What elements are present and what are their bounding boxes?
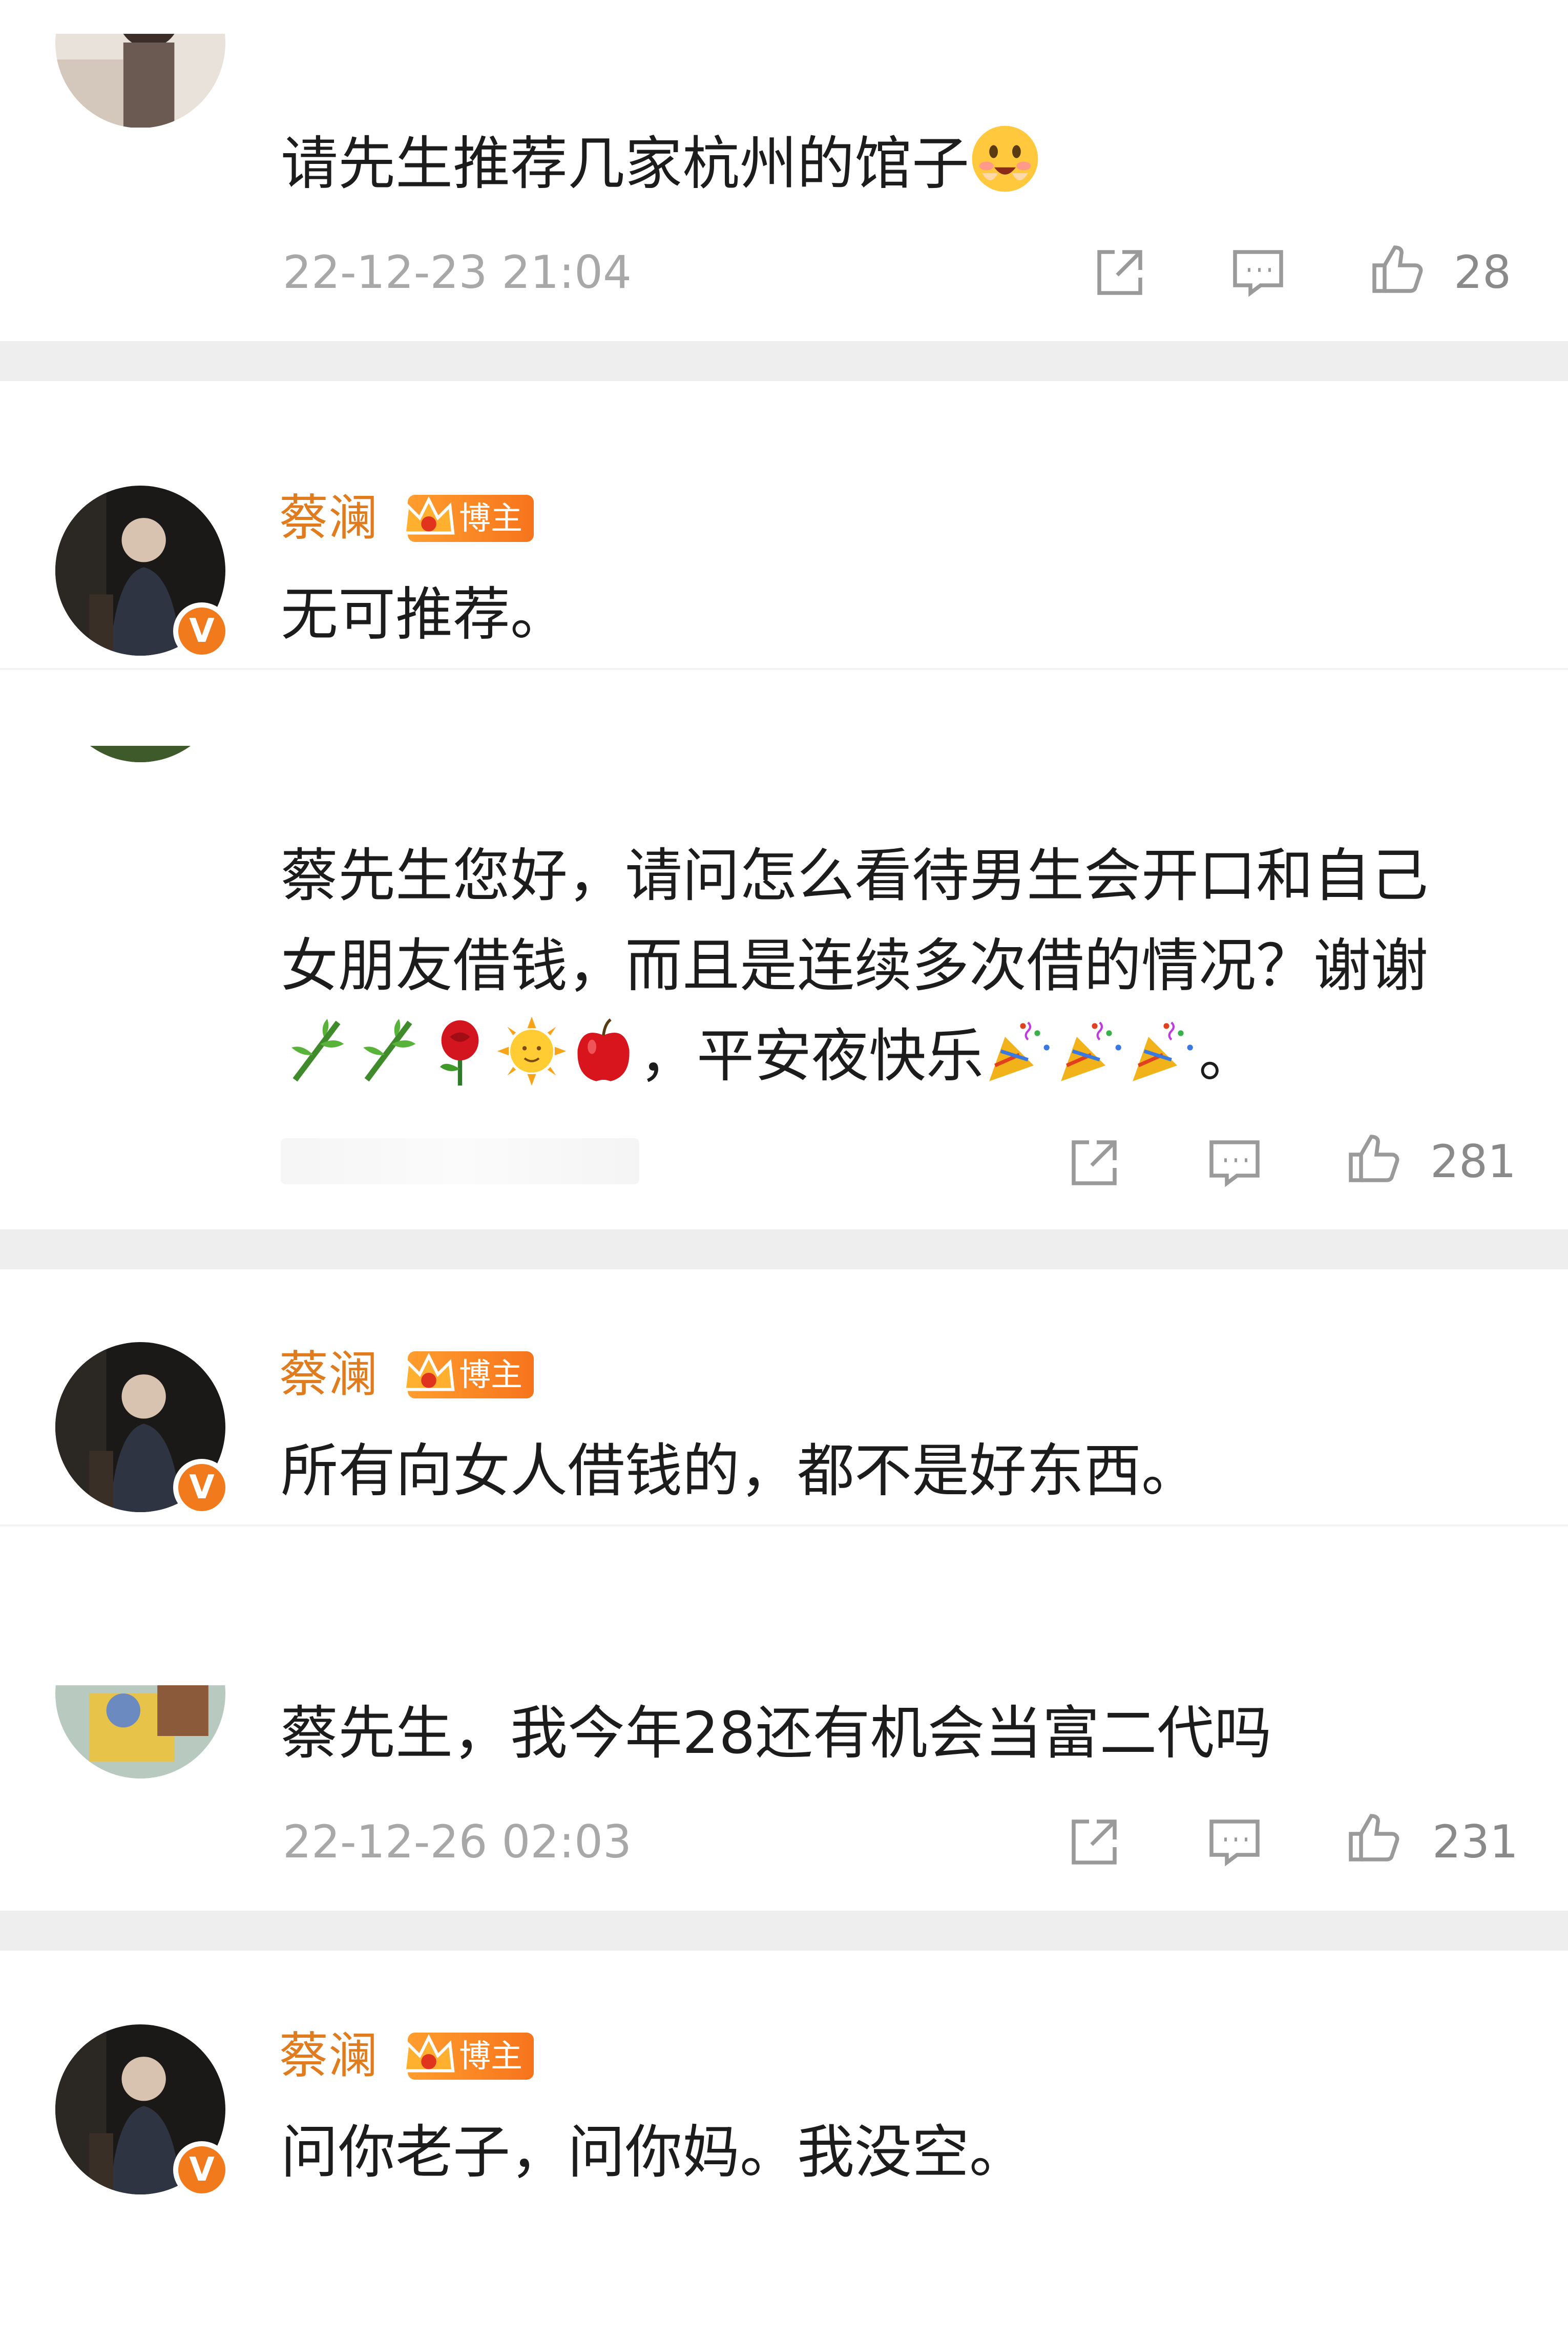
blurred-timestamp [281, 1138, 639, 1184]
comment-time: 22-12-26 02:03 [283, 1815, 632, 1868]
comment-card-2: V 蔡澜 博主 无可推荐。 [0, 381, 1568, 668]
like-count: 28 [1454, 246, 1511, 299]
party-popper-emoji-icon [1127, 1015, 1199, 1087]
comment-text: 问你老子，问你妈。我没空。 [281, 2119, 1027, 2186]
blogger-tag: 博主 [403, 1351, 534, 1398]
comment-icon[interactable] [1204, 1811, 1265, 1873]
crown-icon [403, 2034, 455, 2073]
smiling-emoji-icon [969, 123, 1041, 195]
share-icon[interactable] [1063, 1132, 1125, 1194]
comment-text: 蔡先生，我今年28还有机会当富二代吗 [281, 1700, 1272, 1767]
like-icon[interactable] [1343, 1808, 1405, 1870]
avatar-user-1[interactable] [55, 34, 225, 128]
comment-text: 请先生推荐几家杭州的馆子 [281, 119, 1041, 209]
share-icon[interactable] [1063, 1811, 1125, 1873]
crown-icon [403, 1353, 455, 1391]
comment-text: 无可推荐。 [281, 581, 568, 648]
like-count: 281 [1430, 1135, 1516, 1188]
comment-card-3: 蔡先生您好，请问怎么看待男生会开口和自己 女朋友借钱，而且是连续多次借的情况？谢… [0, 670, 1568, 1229]
comment-line-1: 蔡先生您好，请问怎么看待男生会开口和自己 [281, 843, 1428, 909]
author-name[interactable]: 蔡澜 [279, 2027, 378, 2084]
party-popper-emoji-icon [984, 1015, 1055, 1087]
comment-text: 所有向女人借钱的，都不是好东西。 [281, 1438, 1199, 1504]
like-icon[interactable] [1367, 240, 1428, 301]
divider [0, 1229, 1568, 1269]
comment-card-4: V 蔡澜 博主 所有向女人借钱的，都不是好东西。 [0, 1269, 1568, 1524]
like-count: 231 [1432, 1815, 1518, 1868]
like-icon[interactable] [1343, 1129, 1405, 1190]
bamboo-emoji-icon [281, 1015, 352, 1087]
comment-card-1: 请先生推荐几家杭州的馆子 22-12-23 21:04 28 [0, 0, 1568, 341]
comment-line-3: ，平安夜快乐。 [281, 1011, 1256, 1101]
comment-card-6: V 蔡澜 博主 问你老子，问你妈。我没空。 [0, 1951, 1568, 2343]
avatar-user-5[interactable] [55, 1685, 225, 1779]
author-name[interactable]: 蔡澜 [279, 1346, 378, 1403]
blogger-tag: 博主 [403, 2033, 534, 2080]
party-popper-emoji-icon [1055, 1015, 1127, 1087]
share-icon[interactable] [1089, 242, 1151, 303]
verified-badge: V [173, 602, 231, 660]
author-name[interactable]: 蔡澜 [279, 490, 378, 546]
comment-icon[interactable] [1227, 242, 1289, 303]
comment-line-2: 女朋友借钱，而且是连续多次借的情况？谢谢 [281, 933, 1428, 999]
divider [0, 1911, 1568, 1951]
comment-card-5: 蔡先生，我今年28还有机会当富二代吗 22-12-26 02:03 231 [0, 1526, 1568, 1911]
crown-icon [403, 496, 455, 535]
verified-badge: V [173, 2141, 231, 2199]
rose-emoji-icon [424, 1015, 496, 1087]
sun-emoji-icon [496, 1015, 568, 1087]
comment-time: 22-12-23 21:04 [283, 246, 632, 299]
comment-icon[interactable] [1204, 1132, 1265, 1194]
blogger-tag: 博主 [403, 495, 534, 542]
divider [0, 341, 1568, 381]
apple-emoji-icon [568, 1015, 639, 1087]
bamboo-emoji-icon [352, 1015, 424, 1087]
verified-badge: V [173, 1459, 231, 1516]
